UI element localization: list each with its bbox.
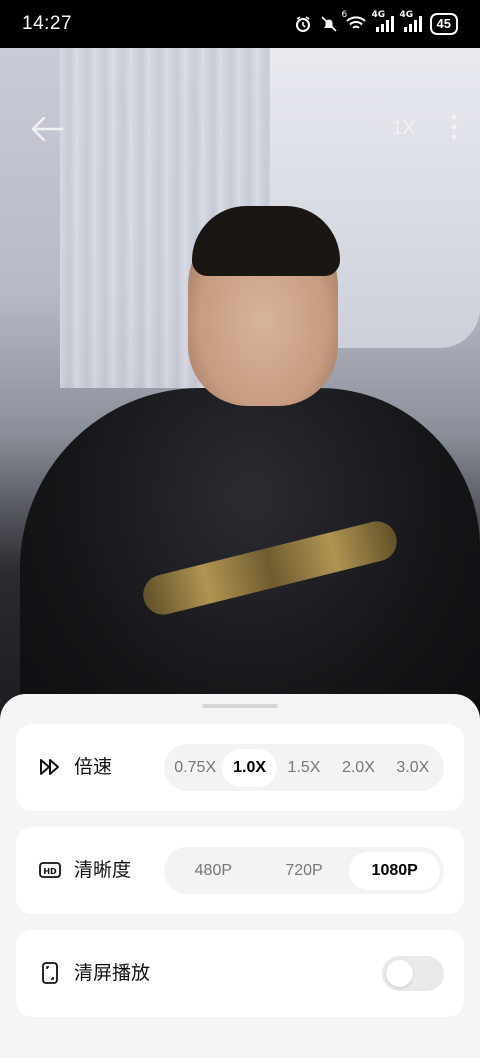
network-label-1: 4G (371, 10, 386, 20)
fast-forward-icon (38, 755, 62, 779)
clear-screen-icon (38, 961, 62, 985)
status-icons: 6 4G 4G 45 (294, 10, 458, 35)
clear-screen-toggle[interactable] (382, 956, 444, 991)
hd-icon: HD (38, 858, 62, 882)
speed-option-2-0x[interactable]: 2.0X (331, 749, 385, 787)
quality-option-480p[interactable]: 480P (168, 852, 259, 890)
more-vertical-icon[interactable] (444, 114, 464, 148)
sheet-drag-handle[interactable] (202, 704, 278, 708)
signal-icon-2: 4G (400, 10, 422, 32)
alarm-icon (294, 15, 312, 33)
video-frame-figure-hair (192, 206, 340, 276)
wifi-icon: 6 (342, 10, 366, 32)
quality-option-1080p[interactable]: 1080P (349, 851, 441, 890)
toggle-knob (386, 960, 413, 987)
mute-icon (320, 15, 338, 33)
back-arrow-icon[interactable] (30, 114, 70, 150)
status-bar: 14:27 6 4G 4G 45 (0, 0, 480, 48)
speed-card: 倍速 0.75X 1.0X 1.5X 2.0X 3.0X (16, 724, 464, 811)
speed-option-0-75x[interactable]: 0.75X (168, 749, 222, 787)
quality-card: HD 清晰度 480P 720P 1080P (16, 827, 464, 914)
status-time: 14:27 (22, 13, 73, 34)
svg-text:HD: HD (43, 867, 57, 876)
battery-icon: 45 (429, 13, 458, 35)
speed-selector: 0.75X 1.0X 1.5X 2.0X 3.0X (164, 744, 444, 791)
speed-indicator-button[interactable]: 1X (392, 118, 415, 140)
network-label-2: 4G (399, 10, 414, 20)
wifi-badge: 6 (341, 10, 348, 20)
clear-screen-label: 清屏播放 (74, 962, 151, 984)
quality-selector: 480P 720P 1080P (164, 847, 444, 894)
speed-option-1-0x[interactable]: 1.0X (222, 748, 277, 787)
clear-screen-card: 清屏播放 (16, 930, 464, 1017)
speed-label: 倍速 (74, 756, 113, 778)
speed-option-3-0x[interactable]: 3.0X (386, 749, 440, 787)
playback-settings-sheet: 倍速 0.75X 1.0X 1.5X 2.0X 3.0X HD 清晰度 480P… (0, 694, 480, 1058)
signal-icon: 4G (372, 10, 394, 32)
quality-label: 清晰度 (74, 859, 132, 881)
quality-option-720p[interactable]: 720P (259, 852, 350, 890)
speed-option-1-5x[interactable]: 1.5X (277, 749, 331, 787)
video-player[interactable]: 1X (0, 48, 480, 748)
